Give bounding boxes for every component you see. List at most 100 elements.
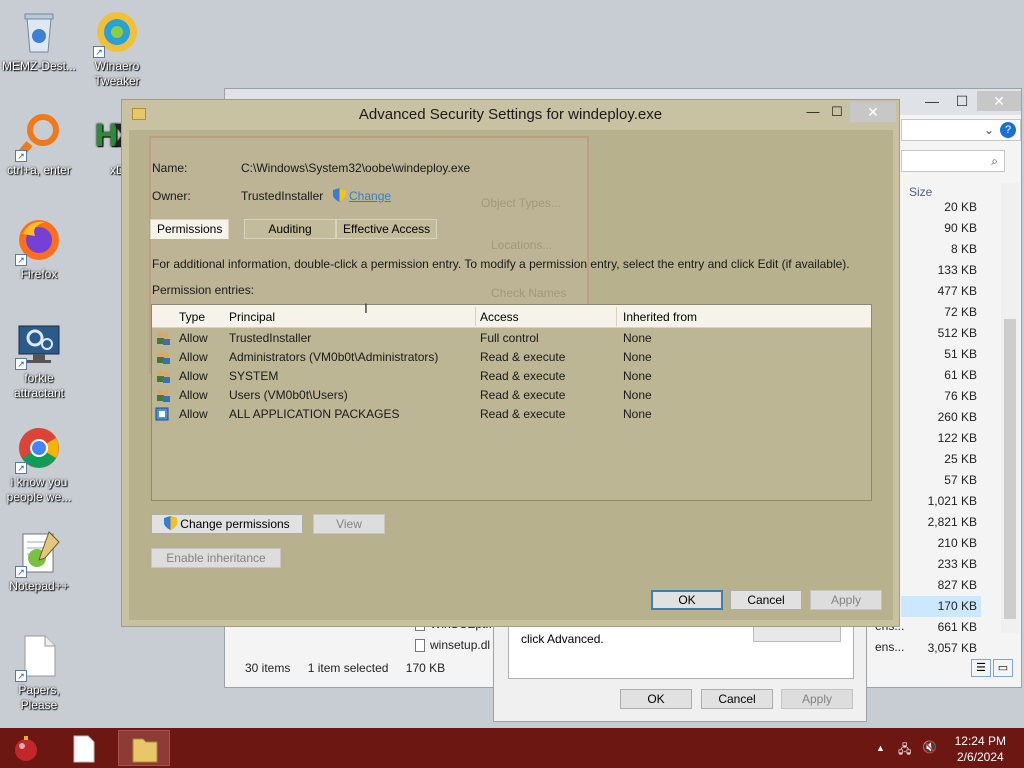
desktop-icon-label: Papers, Please [18, 683, 60, 712]
cell-type: Allow [179, 331, 208, 345]
taskbar-document-app[interactable] [58, 730, 110, 766]
tab-effective-access[interactable]: Effective Access [336, 219, 438, 239]
size-cell[interactable]: 512 KB [901, 323, 981, 344]
table-row[interactable]: Allow TrustedInstaller Full control None [152, 329, 871, 348]
desktop-icon-chrome[interactable]: ↗ i know you people we... [0, 424, 78, 505]
table-row[interactable]: Allow ALL APPLICATION PACKAGES Read & exec… [152, 405, 871, 424]
ok-button[interactable]: OK [651, 590, 723, 610]
cell-access: Read & execute [480, 388, 566, 402]
start-button[interactable] [0, 730, 52, 766]
volume-muted-icon[interactable]: 🔇 [922, 740, 937, 754]
table-row[interactable]: Allow Users (VM0b0t\Users) Read & execute N… [152, 386, 871, 405]
table-row[interactable]: Allow SYSTEM Read & execute None [152, 367, 871, 386]
file-item[interactable]: winsetup.dl [415, 638, 490, 653]
size-cell[interactable]: 20 KB [901, 197, 981, 218]
tab-permissions[interactable]: Permissions [150, 219, 230, 239]
text-cursor-icon: I [364, 300, 368, 316]
details-view-icon[interactable]: ☰ [971, 659, 991, 677]
chevron-down-icon[interactable]: ⌄ [984, 123, 994, 137]
view-button[interactable]: View [313, 514, 385, 534]
magnifier-icon: ↗ [15, 112, 63, 162]
size-cell[interactable]: 170 KB [901, 596, 981, 617]
notepadpp-icon: ↗ [15, 528, 63, 578]
size-cell[interactable]: 8 KB [901, 239, 981, 260]
cell-type: Allow [179, 350, 208, 364]
properties-apply-button[interactable]: Apply [781, 689, 853, 709]
apply-button[interactable]: Apply [810, 590, 882, 610]
size-cell[interactable]: 2,821 KB [901, 512, 981, 533]
view-toggle: ☰ ▭ [969, 659, 1013, 677]
tab-auditing[interactable]: Auditing [244, 219, 336, 239]
permission-entries-table[interactable]: Type Principal Access Inherited from All… [151, 304, 872, 501]
cancel-button[interactable]: Cancel [730, 590, 802, 610]
scrollbar-thumb[interactable] [1004, 319, 1016, 619]
size-cell[interactable]: 122 KB [901, 428, 981, 449]
show-hidden-icons-icon[interactable]: ▲ [876, 743, 885, 753]
table-row[interactable]: Allow Administrators (VM0b0t\Administrato… [152, 348, 871, 367]
ghost-locations-button: Locations... [491, 238, 553, 252]
ghost-object-types-button: Object Types... [481, 196, 561, 210]
size-cell[interactable]: 210 KB [901, 533, 981, 554]
explorer-close-button[interactable]: ✕ [977, 91, 1021, 111]
owner-label: Owner: [152, 189, 191, 203]
desktop-icon-forkie[interactable]: ↗ forkie attractant [0, 320, 78, 401]
size-cell[interactable]: 477 KB [901, 281, 981, 302]
uac-shield-icon [333, 188, 346, 202]
maximize-button[interactable]: ☐ [822, 102, 852, 122]
column-header-inherited[interactable]: Inherited from [623, 310, 697, 324]
users-icon [157, 351, 170, 364]
explorer-status-bar: 30 items 1 item selected 170 KB [245, 661, 459, 675]
desktop-icon-recycle-bin[interactable]: MEMZ-Dest... [0, 8, 78, 74]
size-cell[interactable]: 76 KB [901, 386, 981, 407]
desktop-icon-notepadpp[interactable]: ↗ Notepad++ [0, 528, 78, 594]
desktop-icon-winaero[interactable]: ↗ Winaero Tweaker [78, 8, 156, 89]
explorer-scrollbar[interactable] [1001, 183, 1019, 633]
column-header-principal[interactable]: Principal [229, 310, 275, 324]
size-cell[interactable]: 233 KB [901, 554, 981, 575]
column-header-type[interactable]: Type [179, 310, 205, 324]
large-icons-view-icon[interactable]: ▭ [993, 659, 1013, 677]
desktop-icon-ctrl-a[interactable]: ↗ ctrl+a, enter [0, 112, 78, 178]
cell-access: Read & execute [480, 350, 566, 364]
advanced-button[interactable] [753, 626, 841, 642]
shortcut-arrow-icon: ↗ [15, 670, 27, 682]
help-icon[interactable]: ? [1000, 122, 1016, 138]
desktop-icon-papers-please[interactable]: ↗ Papers, Please [0, 632, 78, 713]
recycle-bin-icon [15, 8, 63, 56]
name-label: Name: [152, 161, 188, 175]
explorer-maximize-button[interactable]: ☐ [945, 91, 979, 111]
column-header-access[interactable]: Access [480, 310, 519, 324]
size-cell[interactable]: 133 KB [901, 260, 981, 281]
desktop-icon-firefox[interactable]: ↗ Firefox [0, 216, 78, 282]
desktop-icon-hex[interactable]: HX xD [78, 112, 122, 178]
size-cell[interactable]: 1,021 KB [901, 491, 981, 512]
size-cell[interactable]: 57 KB [901, 470, 981, 491]
explorer-address-bar[interactable]: ⌄ ? [901, 119, 1021, 141]
size-cell[interactable]: 61 KB [901, 365, 981, 386]
size-cell[interactable]: 25 KB [901, 449, 981, 470]
change-permissions-button[interactable]: Change permissions [151, 514, 303, 534]
taskbar-file-explorer[interactable] [118, 730, 170, 766]
system-clock[interactable]: 12:24 PM 2/6/2024 [955, 733, 1006, 765]
network-icon[interactable]: 🖧 [898, 740, 911, 761]
dialog-body: Object Types... Locations... Check Names… [129, 130, 893, 620]
size-cell[interactable]: 90 KB [901, 218, 981, 239]
enable-inheritance-button[interactable]: Enable inheritance [151, 548, 281, 568]
size-cell[interactable]: 827 KB [901, 575, 981, 596]
explorer-minimize-button[interactable]: — [915, 91, 949, 111]
size-cell[interactable]: 51 KB [901, 344, 981, 365]
size-cell[interactable]: 260 KB [901, 407, 981, 428]
size-cell[interactable]: 3,057 KB [901, 638, 981, 659]
explorer-search-box[interactable]: ⌕ [901, 150, 1005, 172]
change-owner-link[interactable]: Change [333, 188, 391, 203]
cell-inherited: None [623, 369, 652, 383]
cell-type: Allow [179, 407, 208, 421]
properties-cancel-button[interactable]: Cancel [701, 689, 773, 709]
properties-ok-button[interactable]: OK [620, 689, 692, 709]
close-button[interactable]: ✕ [850, 102, 896, 122]
cell-type: Allow [179, 388, 208, 402]
size-cell[interactable]: 72 KB [901, 302, 981, 323]
shortcut-arrow-icon: ↗ [15, 254, 27, 266]
users-icon [157, 332, 170, 345]
size-cell[interactable]: 661 KB [901, 617, 981, 638]
